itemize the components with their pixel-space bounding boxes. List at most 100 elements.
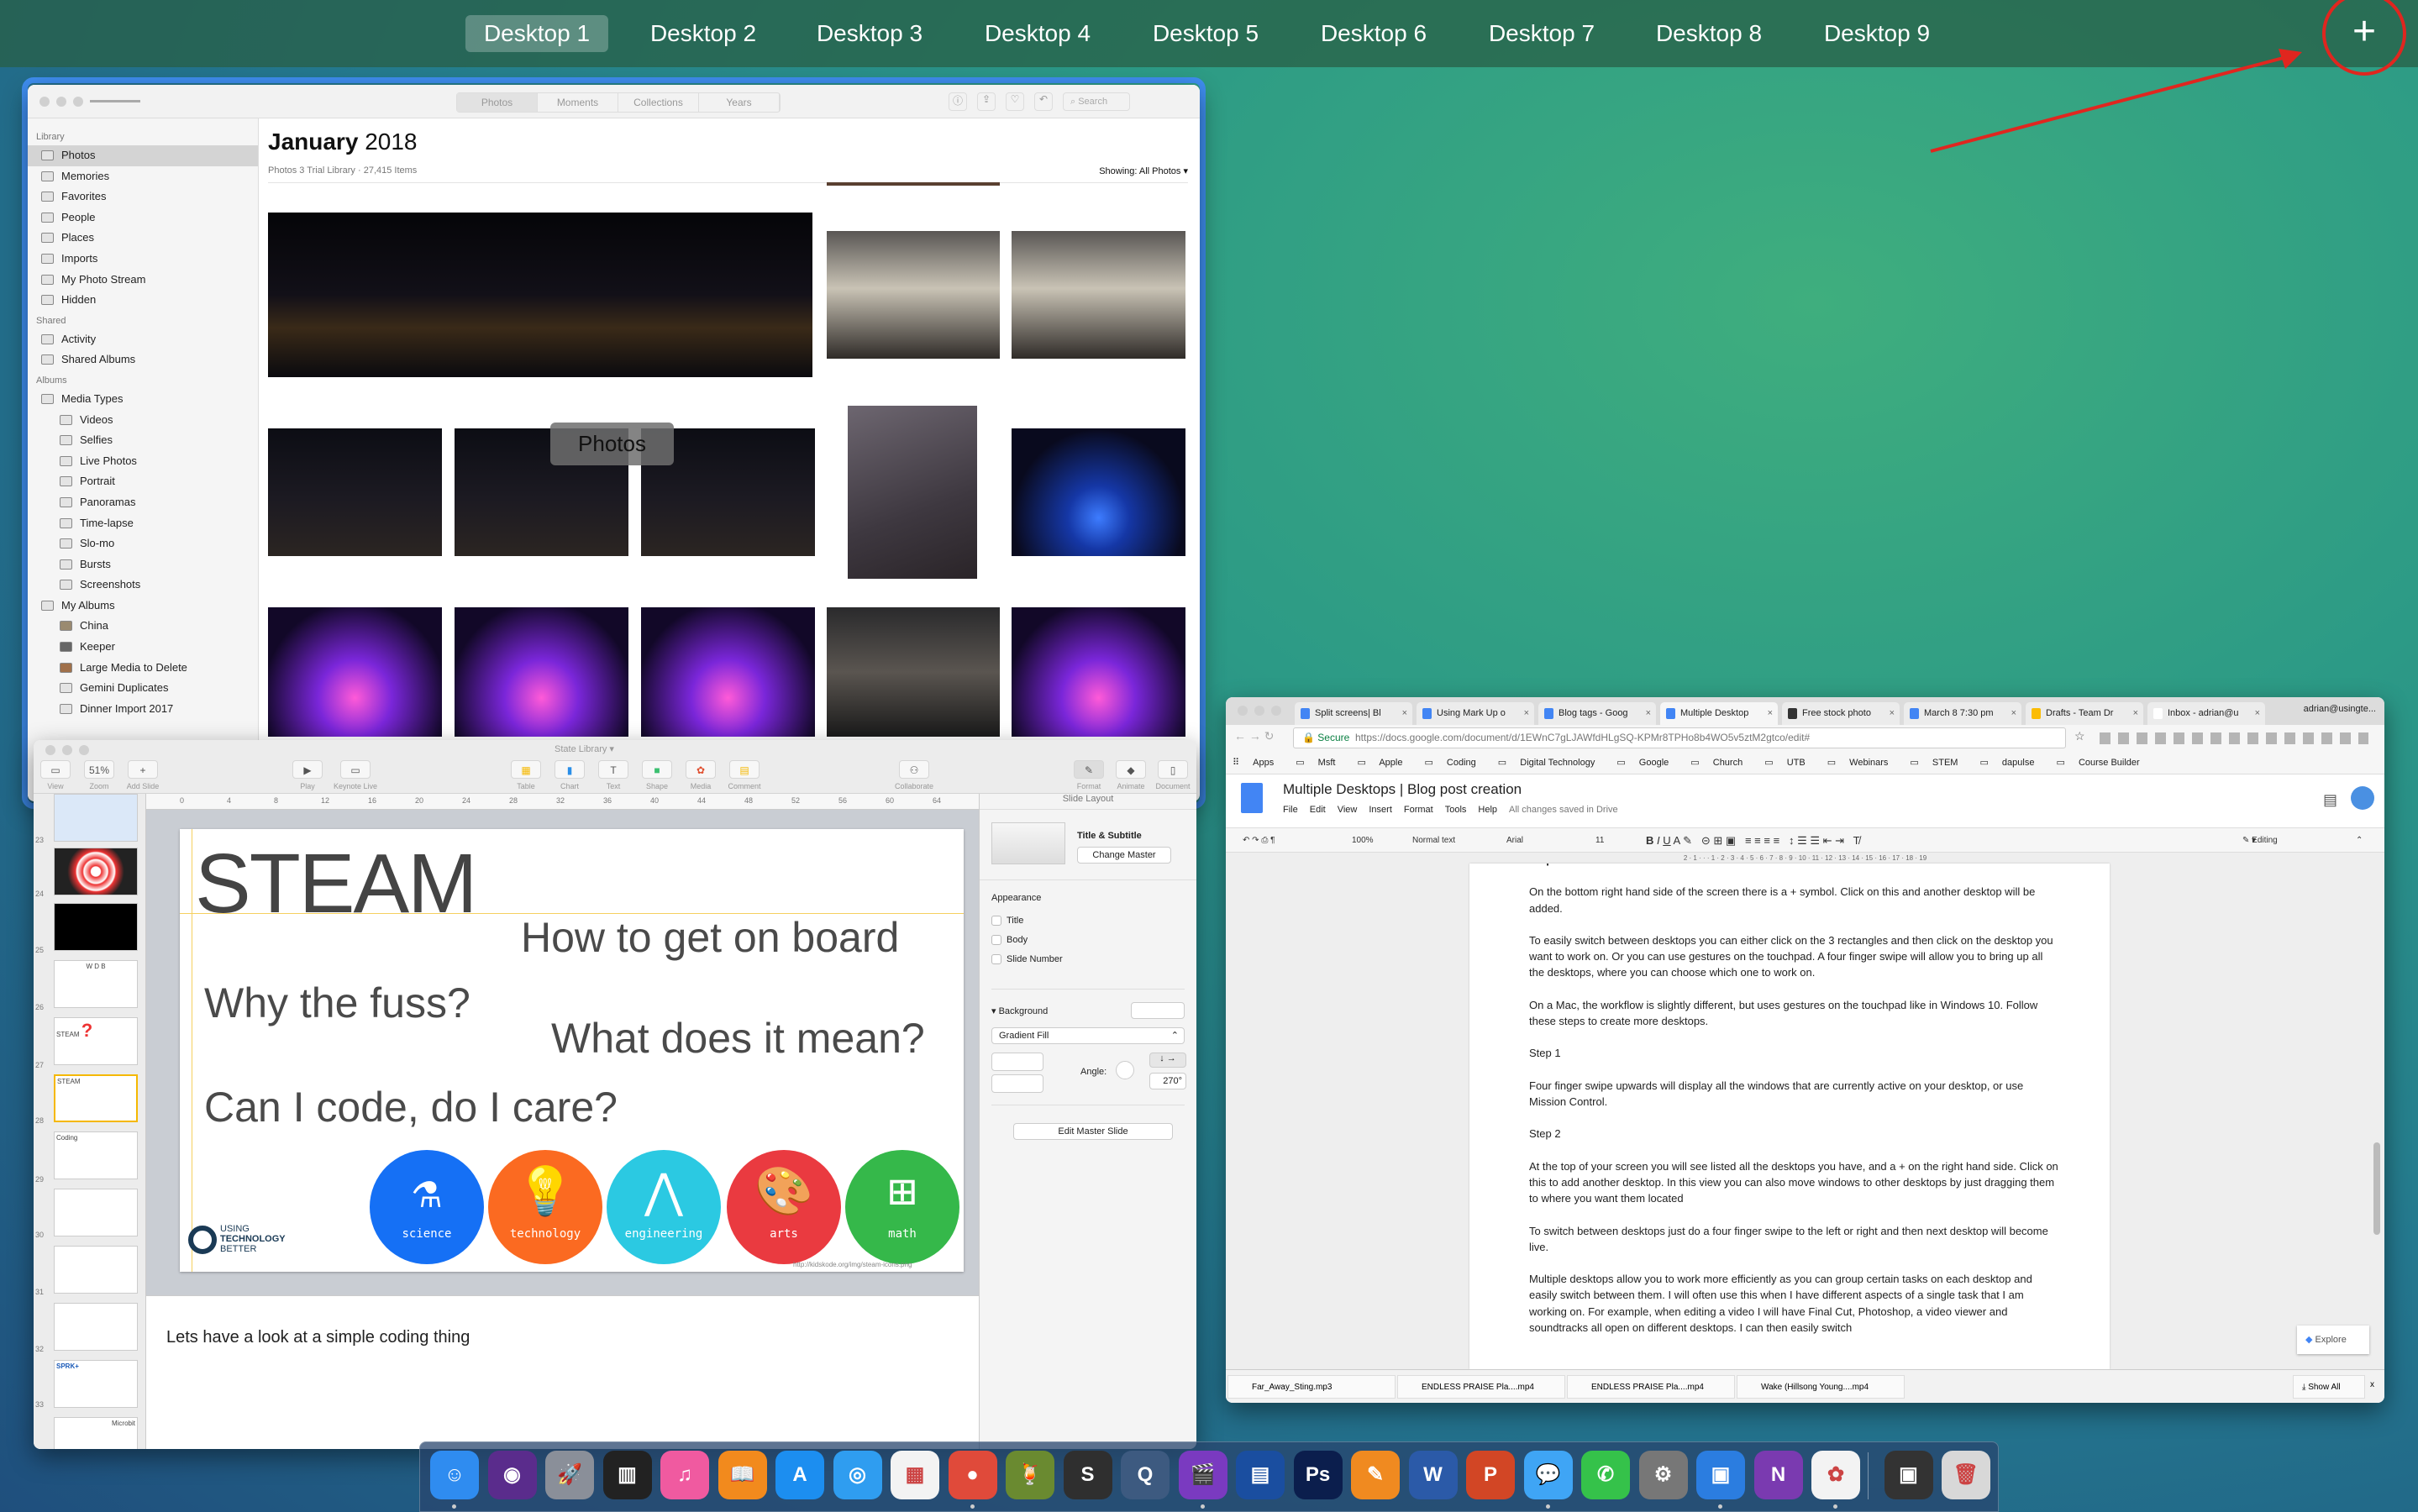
shape-button[interactable]: ■ Shape	[635, 760, 679, 790]
photo-thumbnail[interactable]	[1012, 607, 1185, 737]
photo-thumbnail[interactable]	[848, 406, 977, 579]
fill-type-select[interactable]: Gradient Fill ⌃	[991, 1027, 1185, 1044]
photo-thumbnail[interactable]	[455, 607, 628, 737]
style-select[interactable]: Normal text	[1412, 828, 1455, 853]
slide-thumbnail[interactable]: SPRK+	[54, 1360, 138, 1408]
slide-text[interactable]: Can I code, do I care?	[204, 1083, 618, 1131]
sidebar-item-my-albums[interactable]: My Albums	[28, 596, 258, 617]
sidebar-item-selfies[interactable]: Selfies	[28, 430, 258, 451]
play-button[interactable]: ▶ Play	[286, 760, 329, 790]
browser-tab[interactable]: Using Mark Up o ×	[1417, 702, 1534, 725]
current-slide[interactable]: STEAM How to get on board Why the fuss? …	[180, 829, 964, 1272]
browser-tab[interactable]: Drafts - Team Dr ×	[2026, 702, 2143, 725]
close-downloads-bar-button[interactable]: x	[2370, 1380, 2374, 1389]
slide-title[interactable]: STEAM	[195, 836, 477, 932]
font-size-select[interactable]: 11	[1595, 828, 1604, 853]
menu-item[interactable]: View	[1338, 805, 1358, 815]
paragraph[interactable]: At the top of your screen you will see l…	[1529, 1158, 2058, 1207]
docs-logo-icon[interactable]	[1241, 783, 1263, 813]
title-checkbox[interactable]: Title	[991, 911, 1063, 931]
sidebar-item-people[interactable]: People	[28, 207, 258, 228]
sidebar-item-media-types[interactable]: Media Types	[28, 389, 258, 410]
menu-item[interactable]: Edit	[1310, 805, 1326, 815]
gradient-color-2[interactable]	[991, 1074, 1043, 1093]
slide-thumbnail-selected[interactable]: STEAM	[54, 1074, 138, 1122]
slide-thumbnail[interactable]	[54, 794, 138, 842]
close-tab-icon[interactable]: ×	[2011, 702, 2016, 725]
collaborate-button[interactable]: ⚇ Collaborate	[889, 760, 939, 790]
slide-thumbnail[interactable]: W D B	[54, 960, 138, 1008]
text-button[interactable]: T Text	[591, 760, 635, 790]
siri-icon[interactable]: ◉	[487, 1451, 537, 1499]
close-tab-icon[interactable]: ×	[1890, 702, 1895, 725]
tab-collections[interactable]: Collections	[618, 93, 699, 112]
bookmark-item[interactable]: ▭ Course Builder	[2056, 758, 2150, 768]
browser-tab[interactable]: Free stock photo ×	[1782, 702, 1900, 725]
grid-app-icon[interactable]: ▦	[891, 1451, 939, 1499]
browser-tab[interactable]: Multiple Desktop ×	[1660, 702, 1778, 725]
paragraph[interactable]: On a Mac, the workflow is slightly diffe…	[1529, 997, 2058, 1029]
photoshop-icon[interactable]: Ps	[1293, 1451, 1343, 1499]
share-icon[interactable]: ⇪	[977, 92, 996, 111]
sidebar-item-my-photo-stream[interactable]: My Photo Stream	[28, 270, 258, 291]
change-master-button[interactable]: Change Master	[1077, 847, 1171, 864]
tab-moments[interactable]: Moments	[538, 93, 618, 112]
slide-text[interactable]: How to get on board	[521, 913, 899, 962]
address-bar[interactable]: 🔒 Secure https://docs.google.com/documen…	[1293, 727, 2066, 748]
media-button[interactable]: ✿ Media	[679, 760, 723, 790]
sidebar-item-slo-mo[interactable]: Slo-mo	[28, 533, 258, 554]
checkbox[interactable]	[991, 954, 1001, 965]
slide-thumbnail[interactable]: Microbit	[54, 1417, 138, 1449]
launchpad-icon[interactable]: 🚀	[545, 1451, 594, 1499]
collapse-icon[interactable]: ⌃	[2356, 828, 2363, 853]
show-all-downloads-button[interactable]: ⤓ Show All	[2293, 1375, 2365, 1399]
bookmark-item[interactable]: ▭ Church	[1690, 758, 1753, 768]
bookmark-item[interactable]: ▭ STEM	[1910, 758, 1969, 768]
app-store-icon[interactable]: A	[775, 1451, 824, 1499]
bookmark-item[interactable]: ▭ dapulse	[1979, 758, 2045, 768]
zoom-button[interactable]: 51% Zoom	[77, 760, 121, 790]
photo-thumbnail[interactable]	[641, 607, 815, 737]
slide-thumbnail[interactable]	[54, 903, 138, 951]
video-editor-icon[interactable]: ▤	[1236, 1451, 1285, 1499]
chart-button[interactable]: ▮ Chart	[548, 760, 591, 790]
add-slide-button[interactable]: + Add Slide	[121, 760, 165, 790]
sidebar-item-places[interactable]: Places	[28, 228, 258, 249]
sidebar-item-videos[interactable]: Videos	[28, 410, 258, 431]
facetime-icon[interactable]: ✆	[1581, 1451, 1630, 1499]
slide-thumbnail[interactable]	[54, 848, 138, 895]
undo-redo-print-icons[interactable]: ↶ ↷ ⎙ ¶	[1243, 828, 1275, 853]
window-controls[interactable]	[1238, 706, 1281, 716]
ibooks-icon[interactable]: 📖	[718, 1451, 767, 1499]
bookmark-item[interactable]: ▭ UTB	[1764, 758, 1816, 768]
nav-buttons[interactable]: ← → ↻	[1234, 729, 1275, 743]
document-page[interactable]: Step 2 On the bottom right hand side of t…	[1469, 864, 2110, 1369]
editing-mode-select[interactable]: ✎ Editing ▾	[2242, 828, 2278, 853]
format-button[interactable]: ✎ Format	[1067, 760, 1111, 790]
search-input[interactable]: ⌕ Search	[1063, 92, 1130, 111]
heart-icon[interactable]: ♡	[1006, 92, 1024, 111]
sidebar-item-album[interactable]: Dinner Import 2017	[28, 699, 258, 720]
activity-icon[interactable]: ▥	[602, 1451, 652, 1499]
body-checkbox[interactable]: Body	[991, 931, 1063, 950]
messages-icon[interactable]: 💬	[1523, 1451, 1573, 1499]
angle-wheel[interactable]	[1116, 1061, 1134, 1079]
quicktime-icon[interactable]: Q	[1121, 1451, 1170, 1499]
sidebar-item-time-lapse[interactable]: Time-lapse	[28, 513, 258, 534]
bookmark-item[interactable]: ▭ Google	[1616, 758, 1679, 768]
download-item[interactable]: Far_Away_Sting.mp3	[1227, 1375, 1396, 1399]
keynote-window[interactable]: State Library ▾ ▭ View 51% Zoom + Add Slide…	[34, 740, 1196, 1449]
sidebar-item-album[interactable]: China	[28, 616, 258, 637]
menu-item[interactable]: Help	[1478, 805, 1497, 815]
paragraph[interactable]: Four finger swipe upwards will display a…	[1529, 1078, 2058, 1110]
extension-icons[interactable]	[2100, 732, 2368, 744]
paragraph[interactable]: To switch between desktops just do a fou…	[1529, 1223, 2058, 1255]
slide-text[interactable]: What does it mean?	[551, 1014, 925, 1063]
font-select[interactable]: Arial	[1506, 828, 1523, 853]
screen-recorder-icon[interactable]: ▣	[1884, 1451, 1933, 1499]
photo-thumbnail[interactable]	[268, 607, 442, 737]
bookmark-item[interactable]: ▭ Msft	[1296, 758, 1346, 768]
document-body[interactable]: Step 2 On the bottom right hand side of t…	[1529, 864, 2058, 1352]
scrollbar[interactable]	[2373, 1142, 2380, 1235]
sidebar-item-album[interactable]: Gemini Duplicates	[28, 678, 258, 699]
